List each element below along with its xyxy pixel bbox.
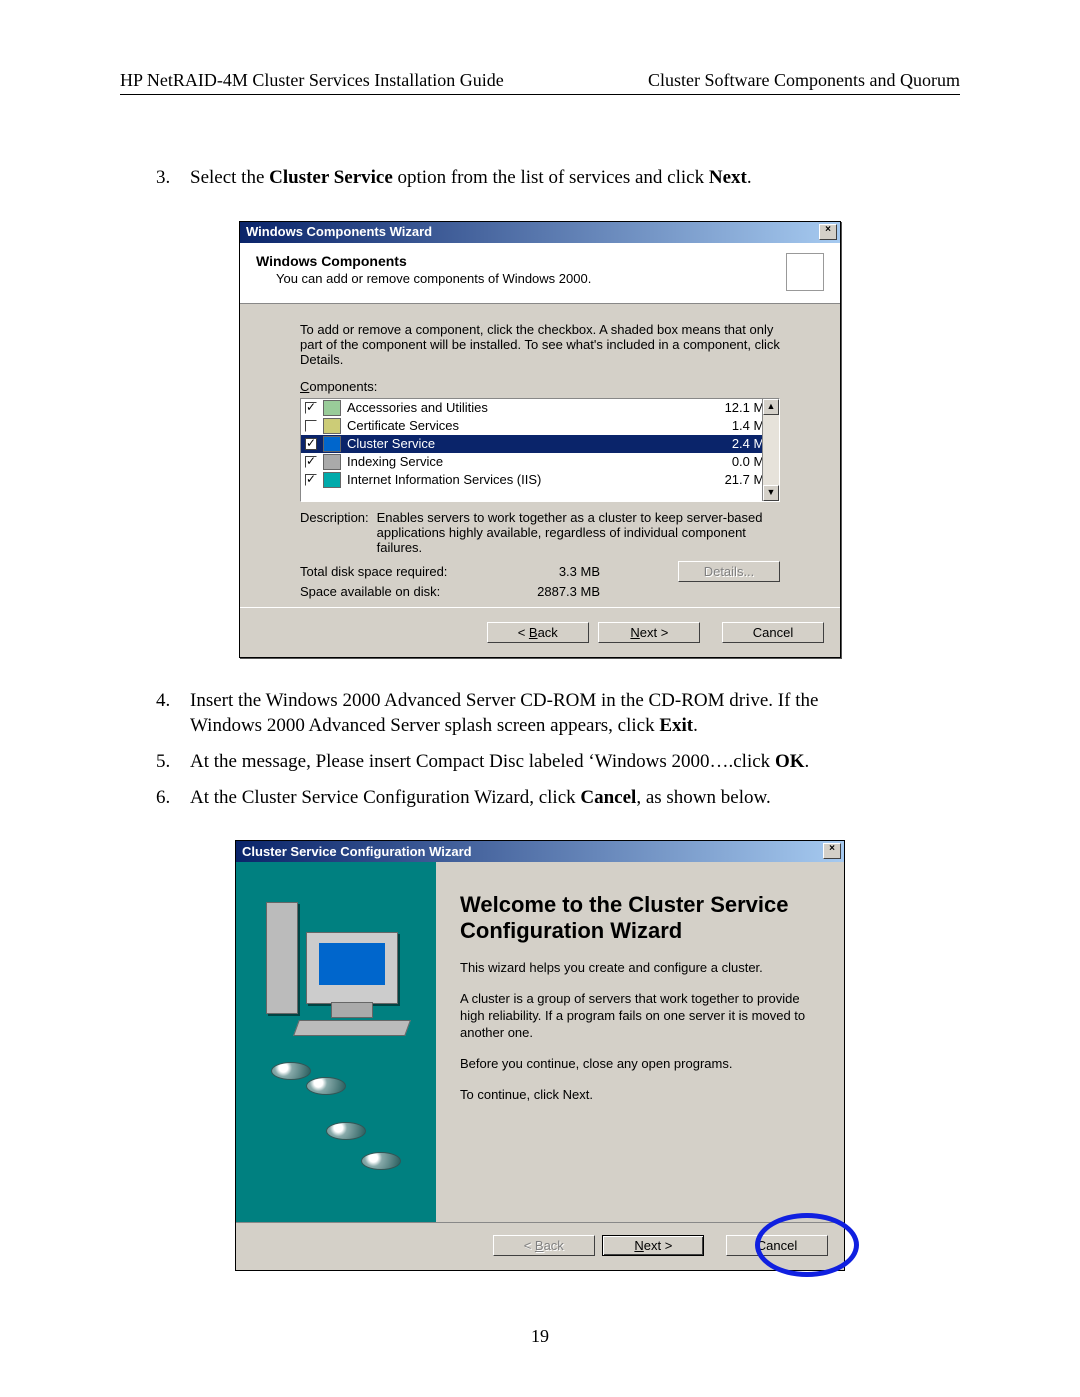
folder-icon xyxy=(323,400,341,416)
description: Description: Enables servers to work tog… xyxy=(300,510,780,555)
titlebar[interactable]: Windows Components Wizard × xyxy=(240,222,840,243)
next-button[interactable]: Next > xyxy=(602,1235,704,1256)
titlebar-text: Windows Components Wizard xyxy=(246,224,432,239)
cancel-button[interactable]: Cancel xyxy=(726,1235,828,1256)
disc-icon xyxy=(326,1122,366,1140)
keyboard-icon xyxy=(293,1020,411,1036)
wizard-p2: A cluster is a group of servers that wor… xyxy=(460,991,820,1042)
header-rule xyxy=(120,94,960,95)
list-item[interactable]: Internet Information Services (IIS) 21.7… xyxy=(301,471,779,489)
disc-icon xyxy=(361,1152,401,1170)
checkbox-icon[interactable] xyxy=(305,402,317,414)
cluster-config-wizard-dialog: Cluster Service Configuration Wizard × xyxy=(235,840,845,1271)
step-6-text: At the Cluster Service Configuration Wiz… xyxy=(190,787,771,808)
step-5-number: 5. xyxy=(156,749,170,775)
list-item[interactable]: Indexing Service 0.0 MB xyxy=(301,453,779,471)
step-3-text: Select the Cluster Service option from t… xyxy=(190,167,752,188)
step-3: 3. Select the Cluster Service option fro… xyxy=(190,165,960,191)
scroll-up-icon[interactable]: ▲ xyxy=(763,399,779,415)
page-header: HP NetRAID-4M Cluster Services Installat… xyxy=(120,70,960,91)
total-space-label: Total disk space required: xyxy=(300,564,510,579)
banner-title: Windows Components xyxy=(256,253,786,269)
certificate-icon xyxy=(323,418,341,434)
back-button[interactable]: < Back xyxy=(487,622,589,643)
wizard-p1: This wizard helps you create and configu… xyxy=(460,960,820,977)
titlebar[interactable]: Cluster Service Configuration Wizard × xyxy=(236,841,844,862)
description-text: Enables servers to work together as a cl… xyxy=(377,510,780,555)
button-row: < Back Next > Cancel xyxy=(240,607,840,657)
details-button[interactable]: Details... xyxy=(678,561,780,582)
intro-text: To add or remove a component, click the … xyxy=(300,322,780,367)
figure-cluster-config-wizard: Cluster Service Configuration Wizard × xyxy=(120,840,960,1271)
wizard-p4: To continue, click Next. xyxy=(460,1087,820,1104)
globe-icon xyxy=(323,472,341,488)
checkbox-icon[interactable] xyxy=(305,438,317,450)
disc-icon xyxy=(271,1062,311,1080)
list-item-selected[interactable]: Cluster Service 2.4 MB xyxy=(301,435,779,453)
components-label: Components: xyxy=(300,379,780,394)
next-button[interactable]: Next > xyxy=(598,622,700,643)
checkbox-icon[interactable] xyxy=(305,474,317,486)
header-right: Cluster Software Components and Quorum xyxy=(648,70,960,91)
total-space-value: 3.3 MB xyxy=(510,564,600,579)
step-4-number: 4. xyxy=(156,688,170,714)
scroll-down-icon[interactable]: ▼ xyxy=(763,485,779,501)
step-6: 6. At the Cluster Service Configuration … xyxy=(190,785,960,811)
windows-logo-icon xyxy=(786,253,824,291)
close-icon[interactable]: × xyxy=(823,843,841,859)
banner-subtitle: You can add or remove components of Wind… xyxy=(276,271,786,286)
avail-space-label: Space available on disk: xyxy=(300,584,510,599)
dialog-body: To add or remove a component, click the … xyxy=(240,304,840,607)
wizard-heading: Welcome to the Cluster Service Configura… xyxy=(460,892,820,944)
scrollbar[interactable]: ▲ ▼ xyxy=(762,399,779,501)
components-listbox[interactable]: Accessories and Utilities 12.1 MB Certif… xyxy=(300,398,780,502)
disc-icon xyxy=(306,1077,346,1095)
step-6-number: 6. xyxy=(156,785,170,811)
step-5: 5. At the message, Please insert Compact… xyxy=(190,749,960,775)
cancel-button[interactable]: Cancel xyxy=(722,622,824,643)
description-label: Description: xyxy=(300,510,369,555)
step-3-number: 3. xyxy=(156,165,170,191)
page-number: 19 xyxy=(0,1326,1080,1347)
dialog-banner: Windows Components You can add or remove… xyxy=(240,243,840,303)
button-row: < Back Next > Cancel xyxy=(236,1223,844,1270)
server-tower-icon xyxy=(266,902,298,1014)
step-5-text: At the message, Please insert Compact Di… xyxy=(190,751,809,772)
close-icon[interactable]: × xyxy=(819,224,837,240)
checkbox-icon[interactable] xyxy=(305,456,317,468)
checkbox-icon[interactable] xyxy=(305,420,317,432)
avail-space-value: 2887.3 MB xyxy=(510,584,600,599)
cluster-icon xyxy=(323,436,341,452)
step-4: 4. Insert the Windows 2000 Advanced Serv… xyxy=(190,688,960,739)
header-left: HP NetRAID-4M Cluster Services Installat… xyxy=(120,70,504,91)
index-icon xyxy=(323,454,341,470)
monitor-icon xyxy=(306,932,398,1004)
wizard-p3: Before you continue, close any open prog… xyxy=(460,1056,820,1073)
figure-windows-components-wizard: Windows Components Wizard × Windows Comp… xyxy=(120,221,960,658)
windows-components-wizard-dialog: Windows Components Wizard × Windows Comp… xyxy=(239,221,841,658)
list-item[interactable]: Accessories and Utilities 12.1 MB xyxy=(301,399,779,417)
titlebar-text: Cluster Service Configuration Wizard xyxy=(242,844,472,859)
step-4-text: Insert the Windows 2000 Advanced Server … xyxy=(190,690,818,737)
wizard-graphic xyxy=(236,862,436,1222)
back-button[interactable]: < Back xyxy=(493,1235,595,1256)
list-item[interactable]: Certificate Services 1.4 MB xyxy=(301,417,779,435)
